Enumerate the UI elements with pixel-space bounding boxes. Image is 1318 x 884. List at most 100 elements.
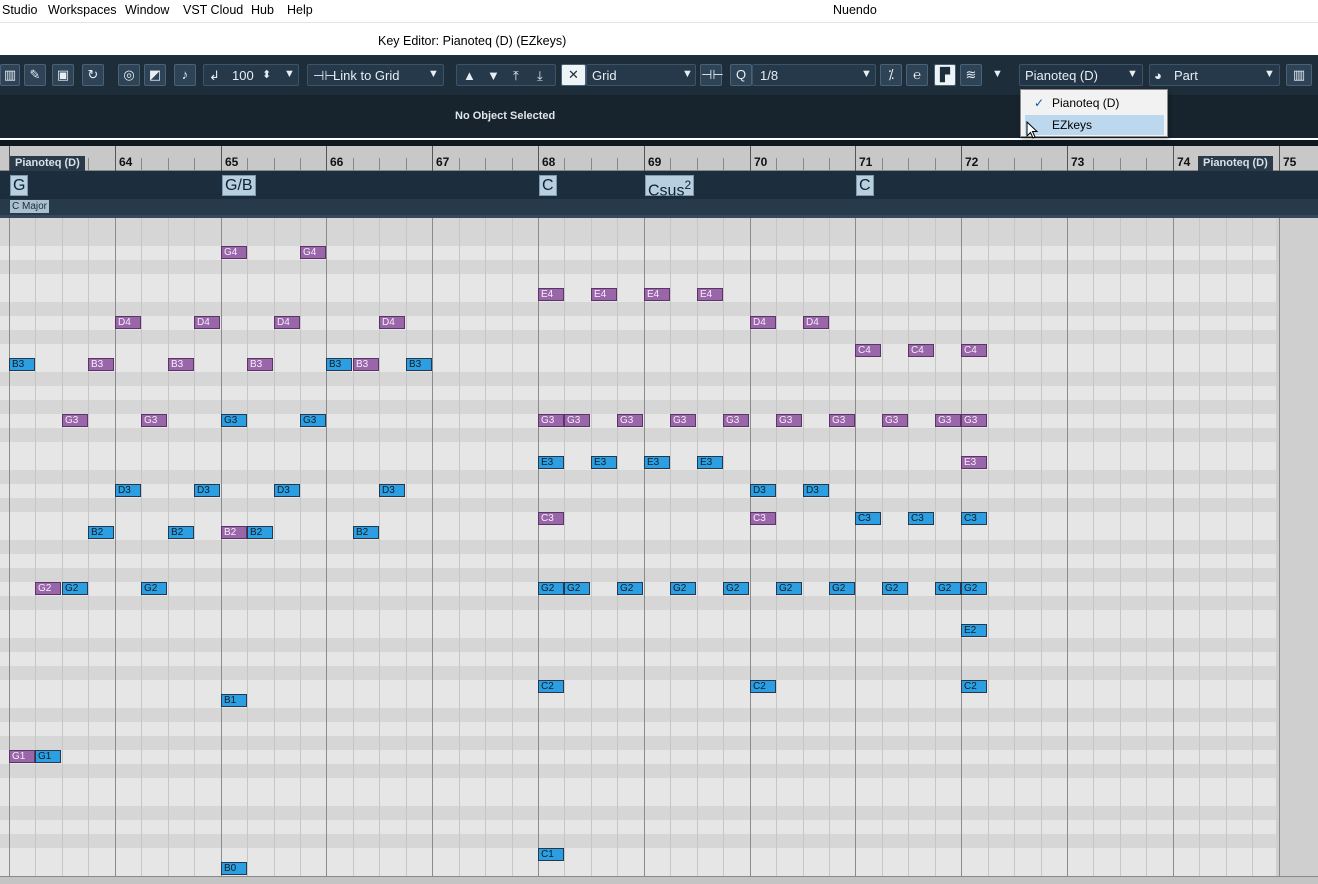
- midi-note[interactable]: C3: [908, 512, 934, 525]
- midi-note[interactable]: B2: [221, 526, 247, 539]
- midi-note[interactable]: B1: [221, 694, 247, 707]
- insert-velocity-control[interactable]: ↲ 100 ⬍ ▼: [203, 64, 299, 86]
- snap-mode-select[interactable]: ⊣⊢ Link to Grid ▼: [307, 64, 444, 86]
- midi-note[interactable]: D3: [379, 484, 405, 497]
- midi-note[interactable]: G2: [62, 582, 88, 595]
- midi-note[interactable]: B3: [247, 358, 273, 371]
- midi-note[interactable]: E3: [591, 456, 617, 469]
- midi-note[interactable]: E2: [961, 624, 987, 637]
- editor-layout-icon[interactable]: ▛: [934, 64, 956, 86]
- part-select[interactable]: ◕ Part ▼: [1149, 64, 1280, 86]
- step-up-icon[interactable]: ⤒: [513, 68, 519, 84]
- menu-vst-cloud[interactable]: VST Cloud: [183, 3, 243, 17]
- midi-note[interactable]: G2: [564, 582, 590, 595]
- midi-note[interactable]: G1: [9, 750, 35, 763]
- velocity-value[interactable]: 100: [232, 68, 254, 83]
- note-icon[interactable]: ♪: [174, 64, 196, 86]
- midi-note[interactable]: E3: [538, 456, 564, 469]
- midi-note[interactable]: G2: [723, 582, 749, 595]
- midi-note[interactable]: C4: [908, 344, 934, 357]
- track-select[interactable]: Pianoteq (D) ▼: [1019, 64, 1143, 86]
- menu-workspaces[interactable]: Workspaces: [48, 3, 117, 17]
- midi-note[interactable]: G2: [538, 582, 564, 595]
- midi-note[interactable]: G3: [538, 414, 564, 427]
- midi-note[interactable]: G3: [776, 414, 802, 427]
- midi-note[interactable]: G3: [961, 414, 987, 427]
- midi-note[interactable]: D3: [194, 484, 220, 497]
- step-down-icon[interactable]: ⤓: [537, 68, 543, 84]
- midi-note[interactable]: G2: [935, 582, 961, 595]
- midi-note[interactable]: C2: [750, 680, 776, 693]
- chevron-down-icon[interactable]: ▼: [992, 68, 1003, 80]
- midi-note[interactable]: D3: [803, 484, 829, 497]
- midi-note[interactable]: G4: [221, 246, 247, 259]
- draw-icon[interactable]: ◎: [118, 64, 140, 86]
- menu-studio[interactable]: Studio: [2, 3, 37, 17]
- pencil-icon[interactable]: ✎: [24, 64, 46, 86]
- midi-note[interactable]: D3: [274, 484, 300, 497]
- lanes-icon[interactable]: ≋: [960, 64, 982, 86]
- midi-note[interactable]: G3: [617, 414, 643, 427]
- midi-note[interactable]: B3: [326, 358, 352, 371]
- midi-note[interactable]: B3: [406, 358, 432, 371]
- midi-note[interactable]: B3: [88, 358, 114, 371]
- midi-note[interactable]: D4: [115, 316, 141, 329]
- midi-note[interactable]: B2: [353, 526, 379, 539]
- midi-note[interactable]: E4: [644, 288, 670, 301]
- midi-note[interactable]: C1: [538, 848, 564, 861]
- midi-note[interactable]: G3: [300, 414, 326, 427]
- menu-help[interactable]: Help: [287, 3, 313, 17]
- left-edge-icon[interactable]: ▥: [0, 64, 20, 86]
- note-display[interactable]: G4 G4 E4 E4 E4 E4 D4 D4 D4 D4 D4 D4 C4 C4 C4 B3 B3 B3 B3 B3…: [0, 218, 1318, 876]
- midi-note[interactable]: G3: [882, 414, 908, 427]
- midi-note[interactable]: G3: [935, 414, 961, 427]
- midi-note[interactable]: G3: [723, 414, 749, 427]
- quantize-preset-select[interactable]: 1/8 ▼: [752, 64, 876, 86]
- bar-ruler[interactable]: 64 65 66 67 68 69 70 71 72 73 74 75 Pianoteq (D) Pian…: [0, 146, 1318, 171]
- midi-note[interactable]: B3: [168, 358, 194, 371]
- midi-note[interactable]: D4: [379, 316, 405, 329]
- loop-icon[interactable]: ↻: [82, 64, 104, 86]
- midi-note[interactable]: G2: [961, 582, 987, 595]
- midi-note[interactable]: G2: [670, 582, 696, 595]
- midi-note[interactable]: E4: [538, 288, 564, 301]
- midi-note[interactable]: G2: [617, 582, 643, 595]
- nudge-icon[interactable]: ⊣⊢: [700, 64, 724, 86]
- midi-note[interactable]: B3: [353, 358, 379, 371]
- keyboard-icon[interactable]: ▥: [1286, 64, 1312, 86]
- midi-note[interactable]: C4: [961, 344, 987, 357]
- midi-note[interactable]: B3: [9, 358, 35, 371]
- midi-note[interactable]: G3: [564, 414, 590, 427]
- eraser-icon[interactable]: ◩: [144, 64, 166, 86]
- part-name-label[interactable]: Pianoteq (D): [1198, 156, 1273, 171]
- midi-note[interactable]: C4: [855, 344, 881, 357]
- midi-note[interactable]: E3: [644, 456, 670, 469]
- velocity-dropdown-icon[interactable]: ▼: [284, 68, 295, 80]
- midi-note[interactable]: G4: [300, 246, 326, 259]
- midi-note[interactable]: G2: [829, 582, 855, 595]
- midi-note[interactable]: C2: [538, 680, 564, 693]
- midi-note[interactable]: D3: [115, 484, 141, 497]
- part-name-label[interactable]: Pianoteq (D): [10, 156, 85, 171]
- chord-event[interactable]: G: [10, 175, 29, 196]
- midi-note[interactable]: G2: [141, 582, 167, 595]
- midi-note[interactable]: D4: [194, 316, 220, 329]
- edit-in-place-icon[interactable]: ℮: [906, 64, 928, 86]
- midi-note[interactable]: G3: [670, 414, 696, 427]
- chord-event[interactable]: C: [539, 175, 557, 196]
- chord-event[interactable]: Csus2: [645, 175, 695, 199]
- iterative-q-icon[interactable]: ⁒: [880, 64, 902, 86]
- midi-note[interactable]: D4: [750, 316, 776, 329]
- snap-icon[interactable]: ✕: [561, 64, 586, 86]
- midi-note[interactable]: G3: [62, 414, 88, 427]
- midi-note[interactable]: G1: [35, 750, 61, 763]
- dropdown-item-ezkeys[interactable]: EZkeys: [1025, 115, 1164, 135]
- midi-note[interactable]: B2: [88, 526, 114, 539]
- midi-note[interactable]: C3: [961, 512, 987, 525]
- midi-note[interactable]: B0: [221, 862, 247, 875]
- chord-event[interactable]: C: [856, 175, 874, 196]
- midi-note[interactable]: C3: [538, 512, 564, 525]
- midi-note[interactable]: E3: [961, 456, 987, 469]
- midi-note[interactable]: B2: [168, 526, 194, 539]
- midi-note[interactable]: G2: [882, 582, 908, 595]
